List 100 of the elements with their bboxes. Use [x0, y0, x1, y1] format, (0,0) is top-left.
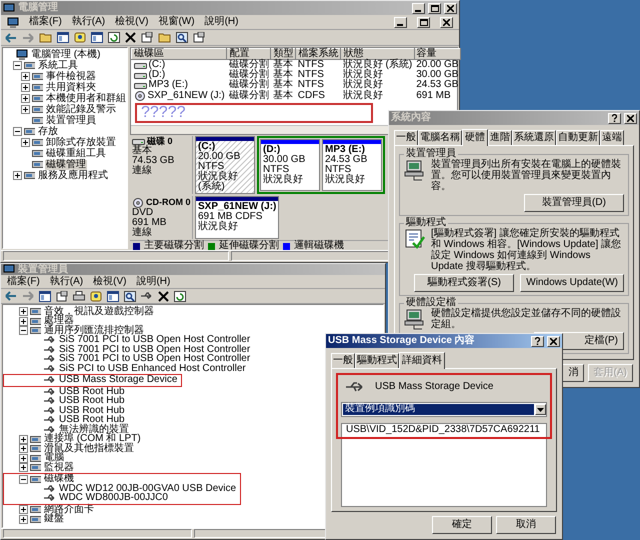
- close-button[interactable]: [547, 336, 560, 346]
- panel-icon[interactable]: [57, 32, 69, 43]
- menu-item[interactable]: 說明(H): [136, 276, 170, 286]
- partition-block[interactable]: (D:) 30.00 GB NTFS 狀況良好: [260, 139, 320, 191]
- partition-block[interactable]: (C:) 20.00 GB NTFS 狀況良好 (系統): [195, 136, 255, 194]
- expand-icon[interactable]: [19, 316, 28, 326]
- minimize-button[interactable]: [394, 16, 407, 28]
- back-arrow-icon[interactable]: [5, 32, 17, 42]
- tab[interactable]: 自動更新: [556, 130, 600, 145]
- tree-item[interactable]: 電腦管理 (本機): [30, 50, 102, 60]
- property-value[interactable]: USB\VID_152D&PID_2338\7D57CA692211: [341, 423, 547, 437]
- tab[interactable]: 驅動程式: [355, 353, 399, 368]
- tree-item[interactable]: 系統工具: [37, 60, 79, 70]
- menu-item[interactable]: 檢視(V): [115, 17, 148, 27]
- panel-icon[interactable]: [91, 32, 103, 43]
- push-button[interactable]: Windows Update(W): [520, 274, 624, 292]
- tree-item[interactable]: WDC WD12 00JB-00GVA0 USB Device: [58, 484, 238, 494]
- push-button[interactable]: 確定: [432, 516, 492, 534]
- restore-button[interactable]: [417, 16, 430, 28]
- column-header[interactable]: 容量: [414, 48, 460, 60]
- magnifier-icon[interactable]: [176, 32, 188, 43]
- column-header[interactable]: 磁碟區: [132, 48, 227, 60]
- menu-item[interactable]: 執行(A): [72, 17, 106, 27]
- dropdown-button[interactable]: [535, 404, 546, 415]
- printer-icon[interactable]: [73, 290, 85, 302]
- tree-item[interactable]: WDC WD800JB-00JJC0: [58, 493, 169, 504]
- menu-item[interactable]: 檢視(V): [93, 276, 126, 286]
- tree-item[interactable]: 磁碟管理: [45, 160, 87, 170]
- expand-icon[interactable]: [19, 454, 28, 463]
- delete-icon[interactable]: [158, 290, 169, 302]
- expand-icon[interactable]: [21, 72, 30, 81]
- close-button[interactable]: [440, 16, 453, 28]
- help-button[interactable]: [608, 112, 621, 124]
- expand-icon[interactable]: [19, 514, 28, 524]
- expand-icon[interactable]: [19, 434, 28, 444]
- collapse-icon[interactable]: [13, 61, 22, 70]
- tree-item[interactable]: 磁碟重組工具: [45, 148, 107, 158]
- tree-item[interactable]: USB Root Hub: [58, 386, 126, 397]
- menu-item[interactable]: 執行(A): [50, 276, 84, 286]
- tab[interactable]: 詳細資料: [399, 352, 445, 369]
- expand-icon[interactable]: [13, 171, 22, 180]
- expand-icon[interactable]: [21, 83, 30, 92]
- properties-icon[interactable]: [193, 32, 205, 43]
- expand-icon[interactable]: [19, 505, 28, 514]
- close-button[interactable]: [444, 2, 457, 14]
- folder-icon[interactable]: [39, 32, 52, 43]
- menu-item[interactable]: 檔案(F): [7, 276, 40, 286]
- tab[interactable]: 一般: [394, 130, 418, 145]
- tree-item[interactable]: 服務及應用程式: [37, 170, 109, 180]
- properties-icon[interactable]: [56, 290, 68, 302]
- tree-item[interactable]: 存放: [37, 126, 59, 136]
- tree-item[interactable]: 效能記錄及警示: [45, 104, 117, 114]
- menu-item[interactable]: 視窗(W): [158, 17, 195, 27]
- refresh-icon[interactable]: [174, 290, 186, 302]
- collapse-icon[interactable]: [19, 326, 28, 336]
- tree-item[interactable]: 滑鼠及其他指標裝置: [43, 444, 135, 454]
- tab[interactable]: 系統還原: [512, 130, 556, 145]
- tree-item[interactable]: 監視器: [43, 462, 75, 473]
- tree-item[interactable]: 共用資料夾: [45, 82, 97, 92]
- tree-item[interactable]: USB Root Hub: [58, 406, 126, 416]
- tree-item[interactable]: 鍵盤: [43, 514, 65, 524]
- push-button[interactable]: 裝置管理員(D): [524, 194, 624, 212]
- partition-block[interactable]: MP3 (E:) 24.53 GB NTFS 狀況良好: [322, 139, 382, 191]
- tree-item[interactable]: SiS 7001 PCI to USB Open Host Controller: [58, 354, 252, 364]
- properties-icon[interactable]: [141, 32, 153, 43]
- tab[interactable]: 電腦名稱: [418, 130, 462, 145]
- tree-item[interactable]: SiS 7001 PCI to USB Open Host Controller: [58, 344, 252, 355]
- tree-item[interactable]: USB Mass Storage Device: [58, 375, 178, 386]
- menu-item[interactable]: 檔案(F): [29, 17, 62, 27]
- push-button[interactable]: 驅動程式簽署(S): [414, 274, 514, 292]
- tree-item[interactable]: SiS 7001 PCI to USB Open Host Controller: [58, 335, 252, 346]
- column-header[interactable]: 類型: [270, 48, 296, 60]
- maximize-button[interactable]: [428, 2, 441, 14]
- panel-icon[interactable]: [107, 290, 119, 302]
- tree-item[interactable]: USB Root Hub: [58, 396, 126, 406]
- tab[interactable]: 遠端: [600, 130, 624, 145]
- tree-item[interactable]: 裝置管理員: [45, 116, 97, 126]
- tab[interactable]: 進階: [488, 130, 512, 145]
- help-button[interactable]: [531, 336, 544, 346]
- tree-item[interactable]: 通用序列匯流排控制器: [43, 326, 145, 336]
- tab[interactable]: 硬體: [462, 129, 488, 146]
- close-button[interactable]: [624, 112, 637, 124]
- back-arrow-icon[interactable]: [5, 291, 17, 301]
- expand-icon[interactable]: [19, 463, 28, 472]
- tree-item[interactable]: SiS PCI to USB Enhanced Host Controller: [58, 364, 247, 374]
- magnifier-icon[interactable]: [124, 290, 136, 302]
- partition-block[interactable]: SXP_61NEW (J:) 691 MB CDFS 狀況良好: [195, 196, 280, 239]
- column-header[interactable]: 檔案系統: [296, 48, 341, 60]
- minimize-button[interactable]: [412, 2, 425, 14]
- collapse-icon[interactable]: [19, 474, 28, 484]
- panel-icon[interactable]: [39, 290, 51, 302]
- expand-icon[interactable]: [19, 307, 28, 316]
- delete-icon[interactable]: [125, 32, 136, 43]
- menu-item[interactable]: 說明(H): [204, 17, 238, 27]
- expand-icon[interactable]: [21, 94, 30, 103]
- column-header[interactable]: 配置: [226, 48, 271, 60]
- push-button[interactable]: 取消: [496, 516, 556, 534]
- folder-icon[interactable]: [158, 32, 171, 43]
- tree-item[interactable]: 本機使用者和群組: [45, 94, 127, 104]
- refresh-icon[interactable]: [108, 32, 120, 43]
